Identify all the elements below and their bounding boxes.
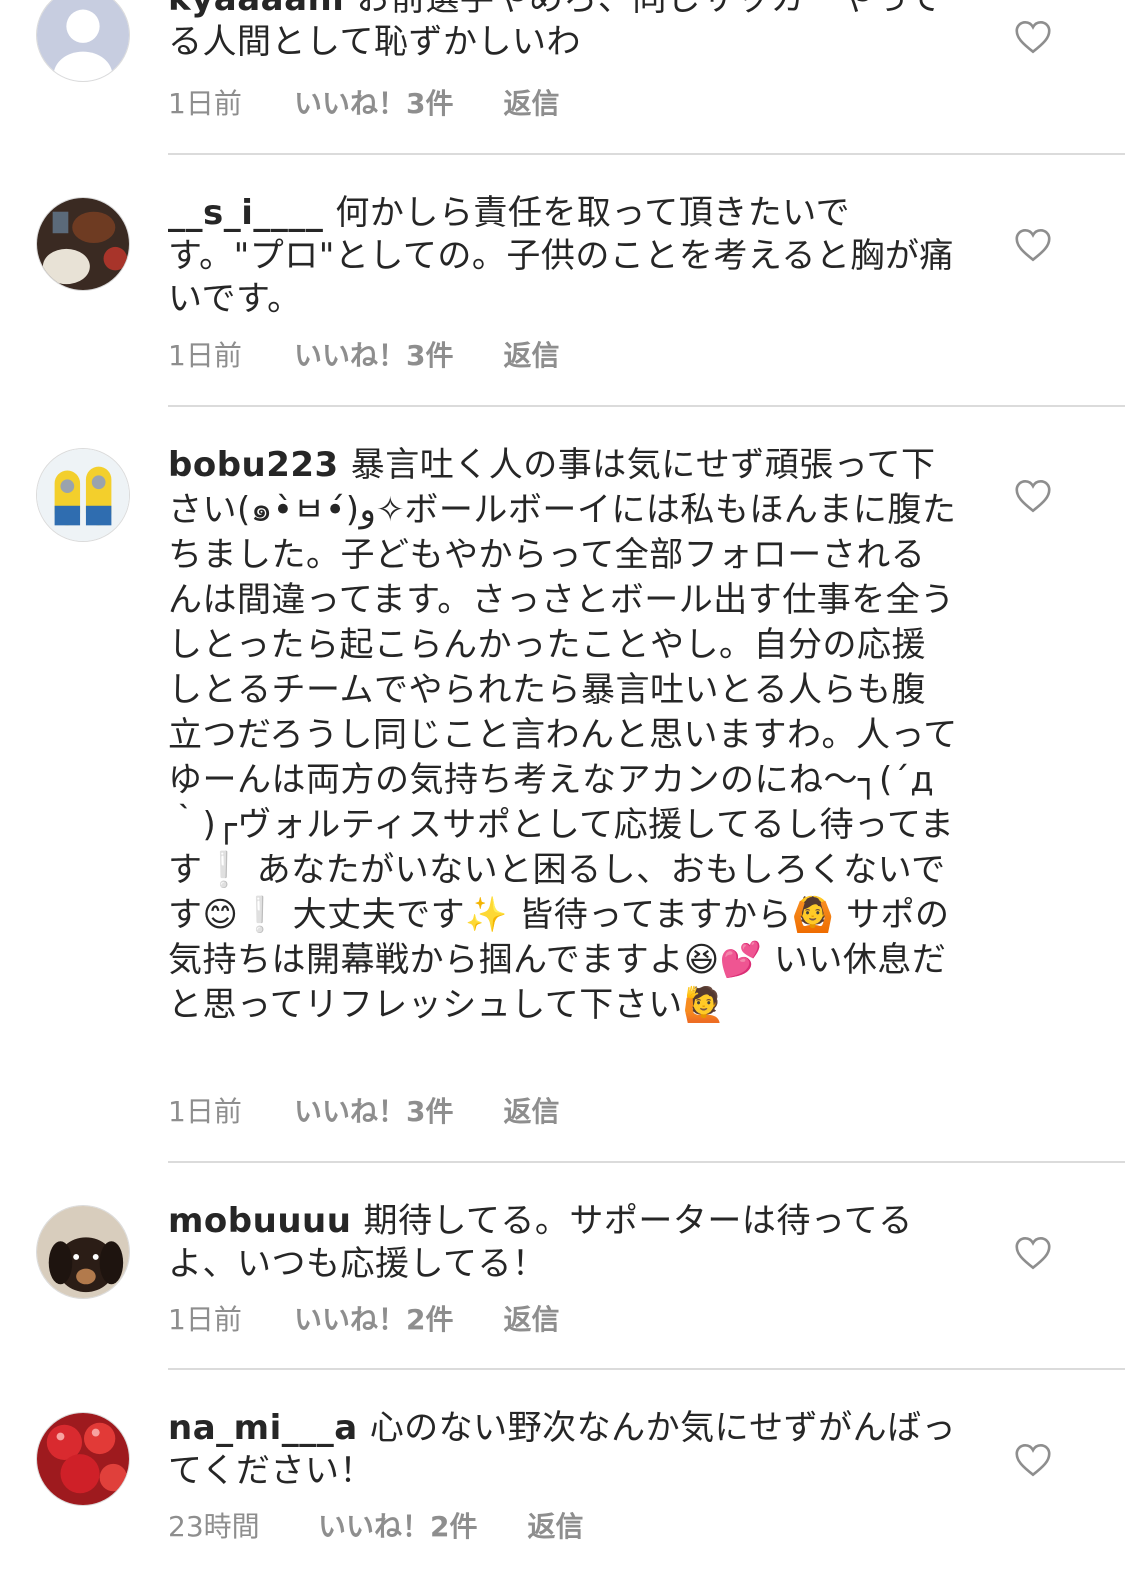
comment-meta: 23時間 いいね！2件 返信 bbox=[168, 1505, 584, 1545]
comment-text-block: kyaaaaniお前選手やめろ、同じサッカーやってる人間として恥ずかしいわ bbox=[168, 0, 958, 64]
comment-time: 1日前 bbox=[168, 339, 242, 372]
likes-count-link[interactable]: いいね！3件 bbox=[294, 1090, 453, 1130]
avatar[interactable] bbox=[36, 1412, 130, 1506]
heart-icon[interactable] bbox=[1014, 479, 1052, 513]
comment-meta: 1日前 いいね！3件 返信 bbox=[168, 82, 560, 122]
heart-icon[interactable] bbox=[1014, 228, 1052, 262]
likes-count-link[interactable]: いいね！2件 bbox=[294, 1298, 453, 1338]
likes-count-link[interactable]: いいね！2件 bbox=[318, 1505, 477, 1545]
avatar[interactable] bbox=[36, 1205, 130, 1299]
comment-meta: 1日前 いいね！2件 返信 bbox=[168, 1298, 560, 1338]
comment-divider bbox=[168, 1368, 1125, 1370]
reply-button[interactable]: 返信 bbox=[503, 334, 559, 374]
default-profile-icon bbox=[37, 0, 129, 81]
comment-divider bbox=[168, 1161, 1125, 1163]
avatar[interactable] bbox=[36, 197, 130, 291]
comment-text-block: mobuuuu 期待してる。サポーターは待ってるよ、いつも応援してる！ bbox=[168, 1200, 958, 1286]
comment-meta: 1日前 いいね！3件 返信 bbox=[168, 1090, 560, 1130]
likes-count-link[interactable]: いいね！3件 bbox=[294, 334, 453, 374]
likes-count-link[interactable]: いいね！3件 bbox=[294, 82, 453, 122]
comment-username[interactable]: kyaaaani bbox=[168, 0, 344, 19]
comment-time: 1日前 bbox=[168, 1095, 242, 1128]
comment-time: 1日前 bbox=[168, 87, 242, 120]
comment-username[interactable]: bobu223 bbox=[168, 445, 339, 485]
avatar[interactable] bbox=[36, 0, 130, 82]
comment-username[interactable]: __s_i____ bbox=[168, 193, 323, 233]
heart-icon[interactable] bbox=[1014, 1236, 1052, 1270]
reply-button[interactable]: 返信 bbox=[503, 82, 559, 122]
comment-text-block: bobu223 暴言吐く人の事は気にせず頑張って下さい(๑•̀ㅂ•́)و✧ボールボ… bbox=[168, 443, 958, 1028]
comment-username[interactable]: mobuuuu bbox=[168, 1201, 351, 1241]
reply-button[interactable]: 返信 bbox=[503, 1090, 559, 1130]
comment-divider bbox=[168, 405, 1125, 407]
tomato-photo-avatar bbox=[37, 1413, 129, 1505]
reply-button[interactable]: 返信 bbox=[503, 1298, 559, 1338]
comment-text: 暴言吐く人の事は気にせず頑張って下さい(๑•̀ㅂ•́)و✧ボールボーイには私もほ… bbox=[168, 445, 958, 1025]
food-photo-avatar bbox=[37, 198, 129, 290]
heart-icon[interactable] bbox=[1014, 20, 1052, 54]
minion-photo-avatar bbox=[37, 449, 129, 541]
comment-time: 1日前 bbox=[168, 1303, 242, 1336]
comment-divider bbox=[168, 153, 1125, 155]
heart-icon[interactable] bbox=[1014, 1443, 1052, 1477]
dog-photo-avatar bbox=[37, 1206, 129, 1298]
reply-button[interactable]: 返信 bbox=[527, 1505, 583, 1545]
comment-meta: 1日前 いいね！3件 返信 bbox=[168, 334, 560, 374]
comment-text-block: na_mi___a 心のない野次なんか気にせずがんばってください！ bbox=[168, 1407, 958, 1493]
avatar[interactable] bbox=[36, 448, 130, 542]
comment-text-block: __s_i____ 何かしら責任を取って頂きたいです。"プロ"としての。子供のこと… bbox=[168, 192, 958, 321]
comment-time: 23時間 bbox=[168, 1510, 260, 1543]
comment-username[interactable]: na_mi___a bbox=[168, 1408, 358, 1448]
